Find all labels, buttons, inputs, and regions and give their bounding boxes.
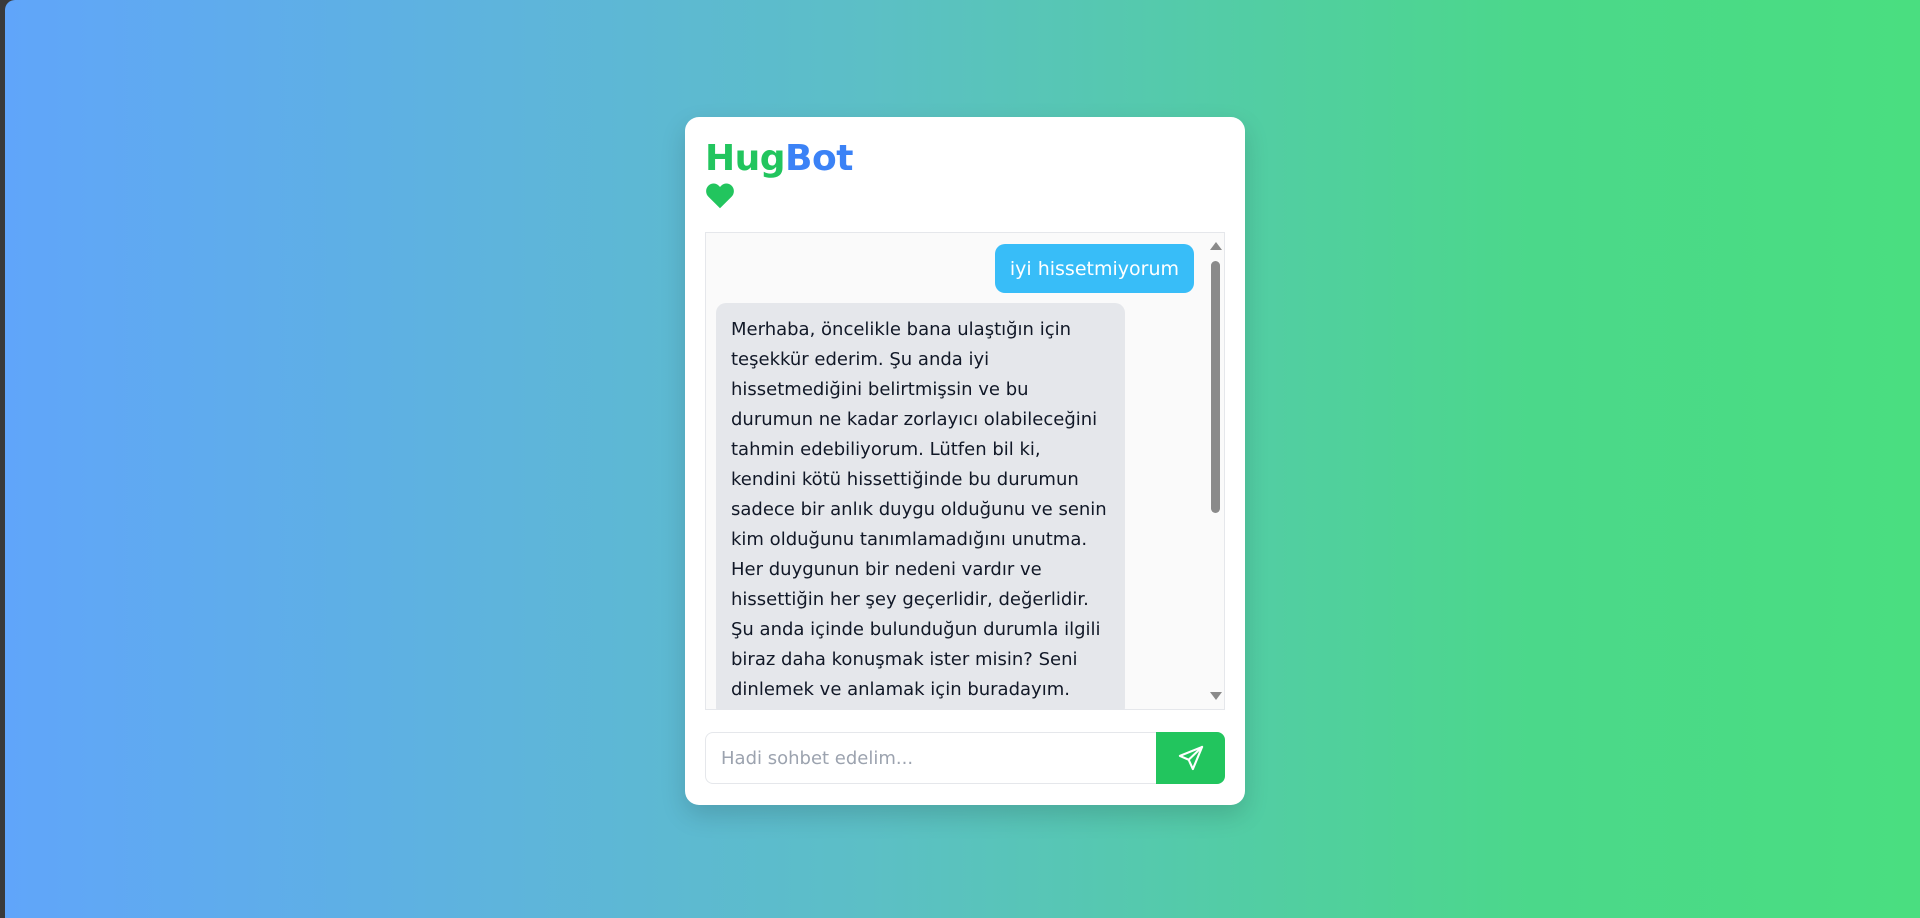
scroll-down-arrow-icon[interactable] <box>1210 692 1222 700</box>
scroll-thumb[interactable] <box>1211 261 1220 513</box>
heart-icon <box>706 183 734 209</box>
logo-hug: Hug <box>705 138 786 179</box>
page-background: HugBot iyi hissetmiyorum Merhaba, önceli… <box>5 0 1920 918</box>
chat-messages[interactable]: iyi hissetmiyorum Merhaba, öncelikle ban… <box>705 232 1225 710</box>
bot-message: Merhaba, öncelikle bana ulaştığın için t… <box>716 303 1125 709</box>
composer <box>705 732 1225 784</box>
user-message: iyi hissetmiyorum <box>994 244 1194 293</box>
logo-bot: Bot <box>785 138 853 179</box>
chat-card: HugBot iyi hissetmiyorum Merhaba, önceli… <box>685 117 1245 805</box>
chat-input[interactable] <box>705 732 1156 784</box>
send-button[interactable] <box>1156 732 1225 784</box>
scroll-up-arrow-icon[interactable] <box>1210 242 1222 250</box>
send-icon <box>1178 745 1203 771</box>
app-logo: HugBot <box>705 139 853 179</box>
chat-scrollbar[interactable] <box>1206 233 1224 709</box>
